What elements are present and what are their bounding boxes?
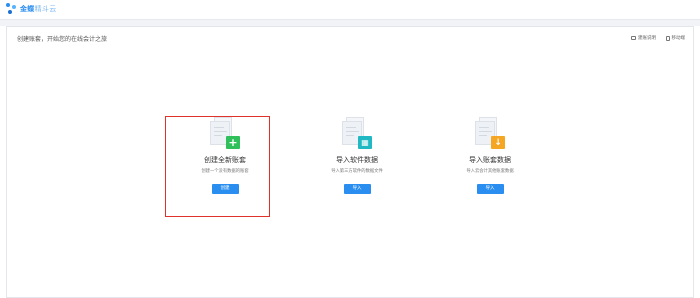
create-illustration: + xyxy=(210,117,240,149)
card-title: 导入软件数据 xyxy=(336,156,378,164)
import-account-illustration: ↓ xyxy=(475,117,505,149)
import-account-button[interactable]: 导入 xyxy=(476,184,504,194)
page-title: 创建账套，开始您的在线会计之旅 xyxy=(17,36,108,43)
grid-icon: ▦ xyxy=(358,136,372,149)
document-icon xyxy=(631,36,636,40)
import-account-data-card: ↓ 导入账套数据 导入云会计其他账套数据 导入 xyxy=(440,117,540,217)
main-panel: 创建账套，开始您的在线会计之旅 建账说明 移动端 + 创建全新账套 创建一个没有… xyxy=(6,26,694,298)
mobile-label: 移动端 xyxy=(671,36,686,41)
card-description: 导入云会计其他账套数据 xyxy=(466,169,514,174)
download-arrow-icon: ↓ xyxy=(491,136,505,149)
plus-icon: + xyxy=(226,136,240,149)
mobile-link[interactable]: 移动端 xyxy=(666,35,685,41)
create-new-account-card: + 创建全新账套 创建一个没有数据的账套 创建 xyxy=(175,117,275,217)
logo-main-text: 金蝶 xyxy=(20,5,35,13)
mobile-icon xyxy=(666,35,670,41)
setup-guide-label: 建账说明 xyxy=(638,36,656,41)
card-title: 创建全新账套 xyxy=(204,156,246,164)
card-description: 导入第三方软件的数据文件 xyxy=(331,169,383,174)
import-software-data-card: ▦ 导入软件数据 导入第三方软件的数据文件 导入 xyxy=(307,117,407,217)
card-description: 创建一个没有数据的账套 xyxy=(201,169,249,174)
import-software-illustration: ▦ xyxy=(342,117,372,149)
setup-guide-link[interactable]: 建账说明 xyxy=(631,35,656,41)
card-title: 导入账套数据 xyxy=(469,156,511,164)
top-bar: 金蝶精斗云 xyxy=(0,0,700,20)
top-actions: 建账说明 移动端 xyxy=(631,35,685,41)
create-button[interactable]: 创建 xyxy=(211,184,239,194)
app-logo[interactable]: 金蝶精斗云 xyxy=(6,3,57,15)
import-software-button[interactable]: 导入 xyxy=(343,184,371,194)
logo-sub-text: 精斗云 xyxy=(34,5,57,13)
logo-icon xyxy=(6,3,17,15)
